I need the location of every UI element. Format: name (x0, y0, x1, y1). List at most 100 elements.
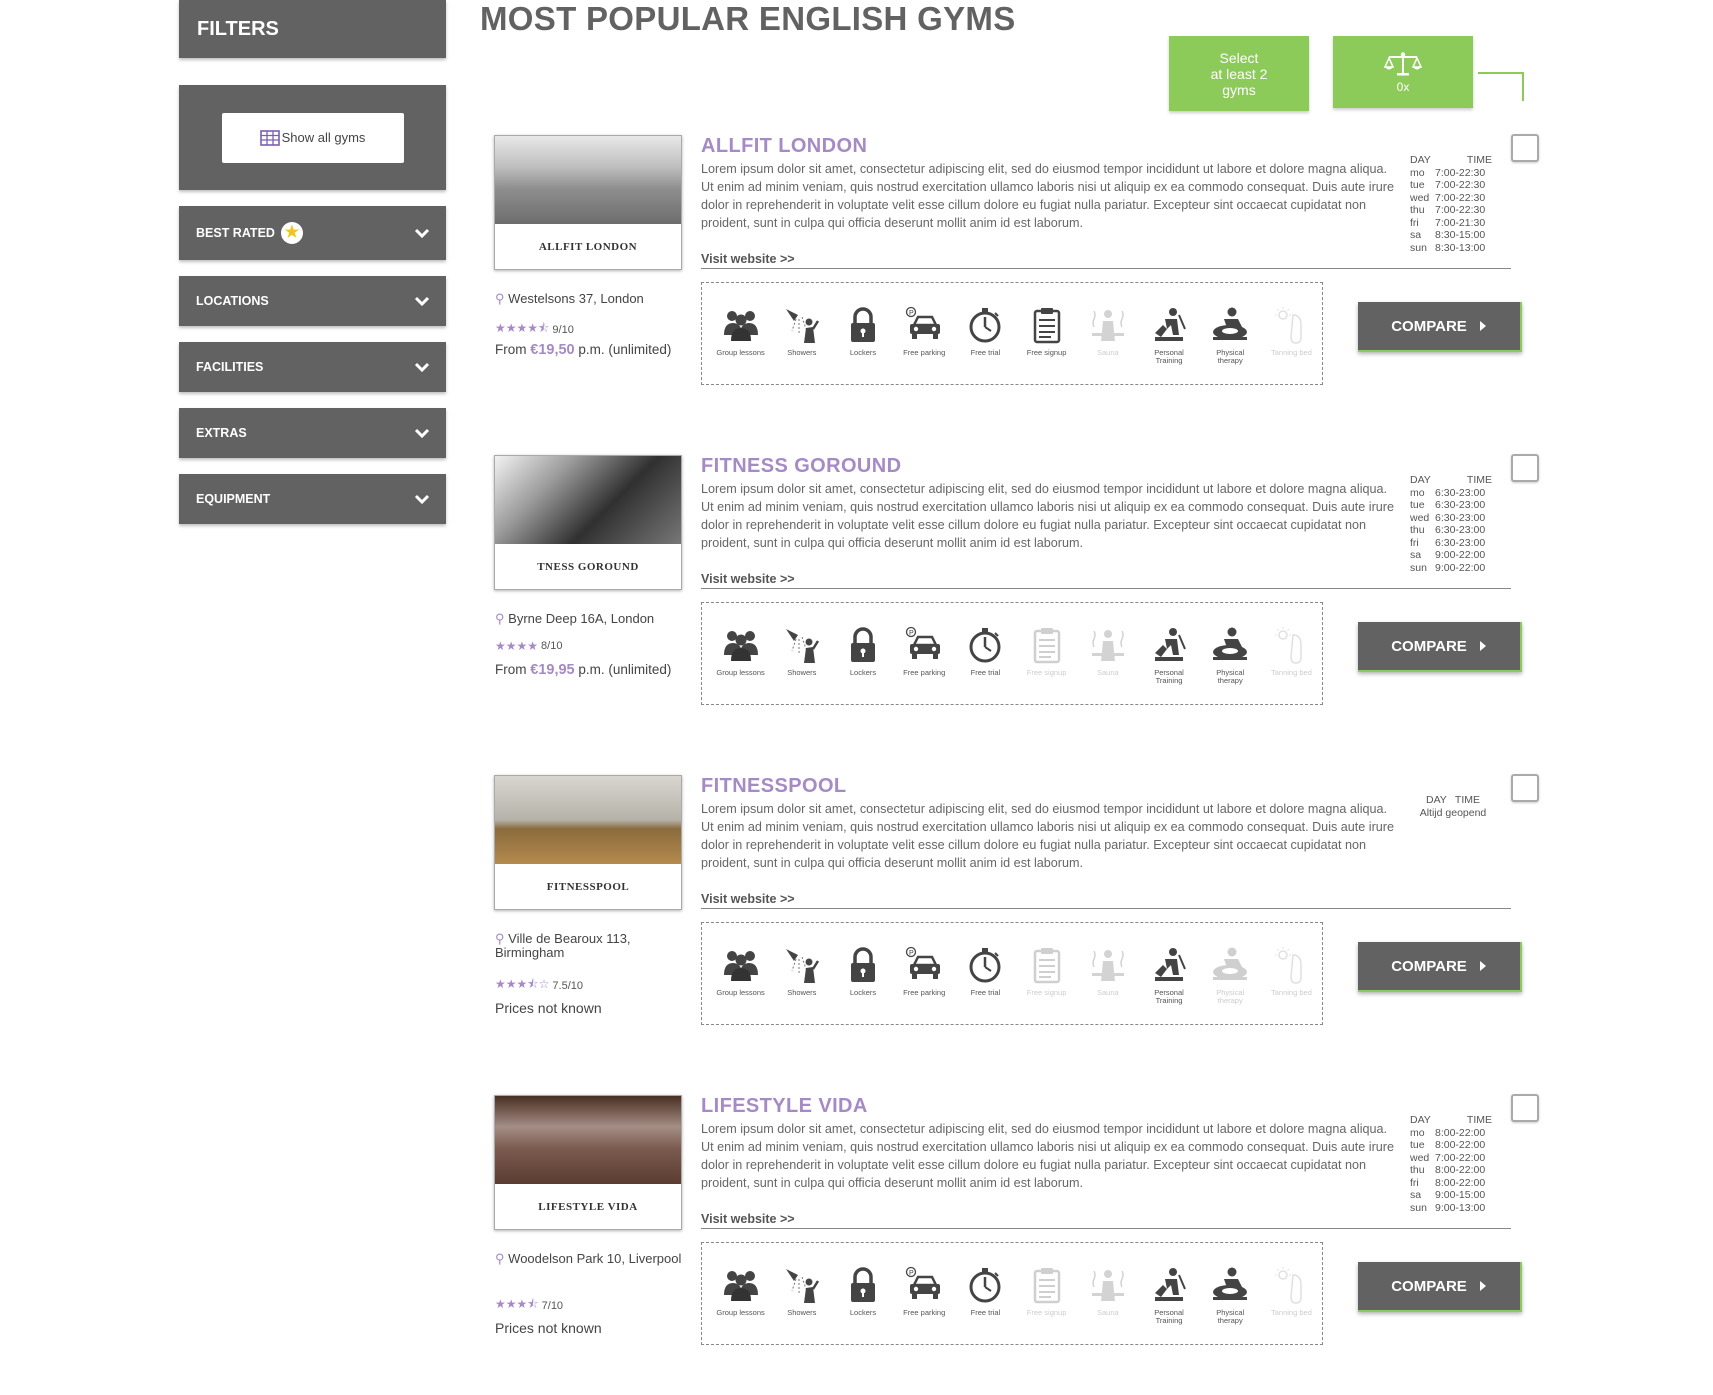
compare-button[interactable]: COMPARE (1358, 1262, 1522, 1312)
filter-equipment[interactable]: EQUIPMENT (179, 474, 446, 524)
gym-image[interactable]: FITNESSPOOL (494, 775, 682, 910)
parking-car-icon: P (906, 626, 941, 659)
compare-checkbox[interactable] (1511, 454, 1539, 482)
facility-item: Personal Training (1138, 945, 1199, 1005)
facility-item: Free trial (955, 625, 1016, 677)
gym-photo (495, 136, 681, 224)
gym-card: ALLFIT LONDON ⚲ Westelsons 37, London ★★… (494, 134, 1544, 435)
facility-item: Sauna (1077, 1265, 1138, 1317)
svg-text:P: P (909, 950, 914, 957)
gym-name[interactable]: FITNESSPOOL (701, 775, 847, 798)
facility-item: Lockers (832, 305, 893, 357)
gym-name[interactable]: ALLFIT LONDON (701, 135, 867, 158)
facility-item: Free signup (1016, 945, 1077, 997)
chevron-down-icon (414, 494, 430, 505)
filter-facilities[interactable]: FACILITIES (179, 342, 446, 392)
gym-logo-text: ALLFIT LONDON (538, 240, 638, 253)
rating-value: 8/10 (541, 640, 563, 652)
facility-label: Sauna (1096, 1308, 1119, 1317)
facility-item: Free trial (955, 305, 1016, 357)
gym-image[interactable]: ALLFIT LONDON (494, 135, 682, 270)
facility-item: Lockers (832, 625, 893, 677)
filter-best-rated[interactable]: BEST RATED ★ (179, 206, 446, 260)
gym-logo: TNESS GOROUND (495, 544, 681, 589)
gym-image[interactable]: TNESS GOROUND (494, 455, 682, 590)
opening-hours: DAY TIME mo 8:00-22:00 tue 8:00-22:00 wed 7:00-… (1408, 1114, 1498, 1214)
price-suffix: p.m. (unlimited) (574, 342, 672, 357)
filter-locations[interactable]: LOCATIONS (179, 276, 446, 326)
opening-hours: DAY TIME Altijd geopend (1408, 794, 1498, 819)
shower-icon (785, 309, 819, 343)
shower-icon (785, 949, 819, 983)
compare-checkbox[interactable] (1511, 134, 1539, 162)
scale-icon (1384, 51, 1422, 75)
gym-name[interactable]: LIFESTYLE VIDA (701, 1095, 868, 1118)
caret-right-icon (1479, 1281, 1486, 1291)
visit-website-link[interactable]: Visit website >> (701, 1212, 1511, 1229)
lock-icon (851, 627, 875, 662)
rating-value: 9/10 (552, 323, 574, 336)
hours-header: DAY TIME (1408, 154, 1498, 167)
facility-item: Lockers (832, 945, 893, 997)
hours-day: sa (1410, 1189, 1422, 1201)
hours-day: fri (1410, 216, 1419, 229)
visit-website-link[interactable]: Visit website >> (701, 892, 1511, 909)
compare-button[interactable]: COMPARE (1358, 622, 1522, 672)
filter-label: BEST RATED (196, 226, 275, 240)
stopwatch-icon (969, 1268, 1001, 1303)
filters-sidebar: FILTERS Show all gyms BEST RATED ★ LOCAT… (179, 0, 446, 524)
personal-training-icon (1155, 628, 1186, 661)
facility-label: Free signup (1026, 668, 1067, 677)
gym-rating: ★★★★⯪ 9/10 (495, 319, 574, 340)
visit-website-label: Visit website >> (701, 252, 795, 266)
hours-day: mo (1410, 486, 1425, 499)
facility-item: Lockers (832, 1265, 893, 1317)
parking-car-icon: P (906, 946, 941, 979)
group-lessons-icon (723, 951, 758, 981)
gym-logo-text: TNESS GOROUND (537, 560, 639, 573)
filter-extras[interactable]: EXTRAS (179, 408, 446, 458)
tanning-bed-icon (1275, 307, 1303, 344)
facility-label: Free signup (1026, 348, 1067, 357)
facility-label: Free parking (903, 668, 946, 677)
facility-label: Group lessons (716, 1308, 765, 1317)
facility-label: Sauna (1096, 988, 1119, 997)
gym-photo (495, 1096, 681, 1184)
hours-day: wed (1410, 191, 1430, 204)
compare-label: COMPARE (1391, 317, 1467, 335)
show-all-gyms-button[interactable]: Show all gyms (221, 112, 404, 163)
hours-day: fri (1410, 1176, 1419, 1189)
visit-website-link[interactable]: Visit website >> (701, 572, 1511, 589)
facility-label: Tanning bed (1270, 668, 1312, 677)
compare-button[interactable]: COMPARE (1358, 942, 1522, 992)
day-header: DAY (1426, 794, 1447, 806)
facility-label: Free trial (970, 348, 1001, 357)
gym-description: Lorem ipsum dolor sit amet, consectetur … (701, 482, 1394, 550)
compare-button[interactable]: COMPARE (1358, 302, 1522, 352)
filter-label: EXTRAS (196, 426, 247, 440)
hours-row: mo 7:00-22:30 (1408, 167, 1498, 180)
hours-row: wed 6:30-23:00 (1408, 512, 1498, 525)
personal-training-icon (1155, 948, 1186, 981)
compare-checkbox[interactable] (1511, 1094, 1539, 1122)
facility-item: Physical therapy (1200, 305, 1261, 365)
facility-item: Personal Training (1138, 1265, 1199, 1325)
gym-photo (495, 456, 681, 544)
svg-text:P: P (909, 310, 914, 317)
gym-image[interactable]: LIFESTYLE VIDA (494, 1095, 682, 1230)
hours-row: tue 7:00-22:30 (1408, 179, 1498, 192)
facility-item: Tanning bed (1261, 305, 1322, 357)
time-header: TIME (1466, 154, 1492, 166)
gym-name[interactable]: FITNESS GOROUND (701, 455, 901, 478)
visit-website-label: Visit website >> (701, 892, 795, 906)
visit-website-link[interactable]: Visit website >> (701, 252, 1511, 269)
facility-item: Group lessons (710, 945, 771, 997)
compare-checkbox[interactable] (1511, 774, 1539, 802)
hours-row: wed 7:00-22:30 (1408, 192, 1498, 205)
facility-label: Free signup (1026, 988, 1067, 997)
facility-label: Physical therapy (1216, 348, 1245, 365)
compare-tray-button[interactable]: 0x (1333, 36, 1473, 108)
price: From €19,50 p.m. (unlimited) (495, 342, 671, 358)
visit-website-label: Visit website >> (701, 572, 795, 586)
hours-time: 7:00-21:30 (1435, 216, 1486, 229)
